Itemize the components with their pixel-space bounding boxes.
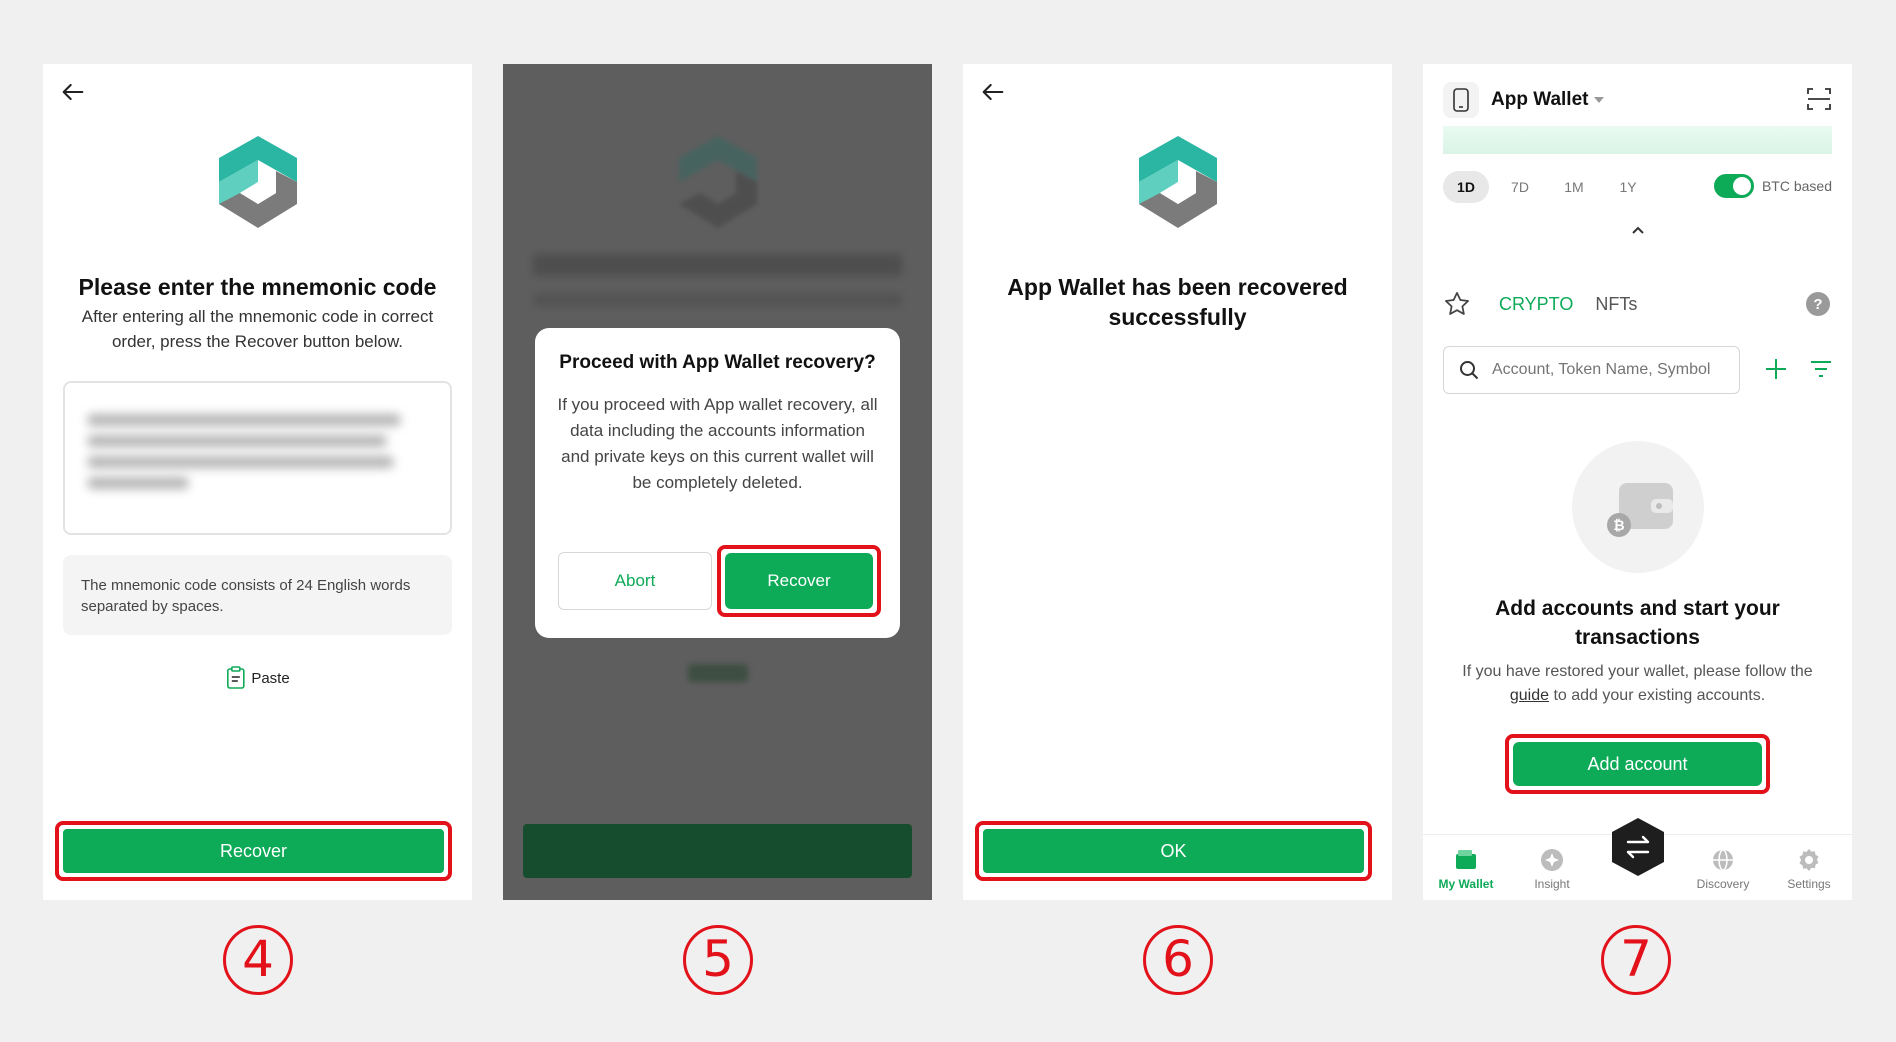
scan-icon[interactable]: [1806, 86, 1832, 112]
highlight-frame: Recover: [717, 545, 881, 617]
dialog-body: If you proceed with App wallet recovery,…: [557, 395, 878, 492]
highlight-frame: OK: [975, 821, 1372, 881]
wallet-header: App Wallet: [1443, 80, 1832, 120]
screen-my-wallet: App Wallet 1D 7D 1M 1Y BTC based CRYPTO …: [1423, 64, 1852, 900]
highlight-frame: Recover: [55, 821, 452, 881]
screen-confirm-recovery: Proceed with App Wallet recovery? If you…: [503, 64, 932, 900]
filter-icon[interactable]: [1809, 358, 1833, 380]
balance-chart: [1443, 126, 1832, 154]
svg-text:₿: ₿: [1613, 518, 1624, 534]
gear-icon: [1799, 849, 1819, 871]
tabbar-discovery[interactable]: Discovery: [1683, 847, 1763, 891]
plus-icon[interactable]: [1763, 356, 1789, 382]
tab-crypto[interactable]: CRYPTO: [1499, 294, 1573, 315]
search-input[interactable]: [1492, 361, 1722, 379]
search-icon: [1460, 361, 1479, 380]
phone-icon[interactable]: [1443, 82, 1479, 118]
tabbar-insight[interactable]: Insight: [1512, 847, 1592, 891]
help-icon[interactable]: ?: [1806, 292, 1830, 316]
period-1d[interactable]: 1D: [1443, 171, 1489, 203]
success-title: App Wallet has been recovered successful…: [1007, 274, 1348, 330]
mnemonic-input[interactable]: [63, 381, 452, 535]
logo-icon: [1138, 136, 1217, 228]
wallet-icon: ₿: [1606, 483, 1673, 537]
ok-button[interactable]: OK: [983, 829, 1364, 873]
swap-icon[interactable]: [1609, 816, 1667, 878]
search-field[interactable]: [1443, 346, 1740, 394]
empty-state-title: Add accounts and start your transactions: [1495, 597, 1780, 649]
back-arrow-icon[interactable]: [59, 78, 87, 106]
tab-nfts[interactable]: NFTs: [1595, 294, 1637, 315]
highlight-frame: Add account: [1505, 734, 1770, 794]
empty-state-description: If you have restored your wallet, please…: [1462, 663, 1813, 704]
empty-state-illustration: ₿: [1571, 441, 1704, 573]
abort-button[interactable]: Abort: [558, 552, 712, 610]
period-1y[interactable]: 1Y: [1605, 171, 1651, 203]
btc-based-label: BTC based: [1761, 178, 1832, 194]
tabbar-settings[interactable]: Settings: [1769, 847, 1849, 891]
wallet-name[interactable]: App Wallet: [1491, 89, 1588, 111]
page-title: Please enter the mnemonic code: [78, 274, 437, 300]
recover-button[interactable]: Recover: [63, 829, 444, 873]
btc-based-toggle[interactable]: [1713, 174, 1754, 198]
btc-based-toggle-row: BTC based: [1713, 174, 1832, 198]
period-7d[interactable]: 7D: [1497, 171, 1543, 203]
asset-tabs: CRYPTO NFTs ?: [1443, 282, 1832, 326]
paste-button[interactable]: Paste: [225, 666, 290, 690]
guide-link[interactable]: guide: [1510, 687, 1549, 704]
chevron-up-icon[interactable]: [1630, 224, 1646, 236]
logo-icon: [218, 136, 297, 228]
step-number-4: 4: [223, 925, 293, 995]
add-account-button[interactable]: Add account: [1513, 742, 1762, 786]
mnemonic-hint: The mnemonic code consists of 24 English…: [63, 555, 452, 635]
step-number-5: 5: [683, 925, 753, 995]
tabbar-my-wallet[interactable]: My Wallet: [1426, 847, 1506, 891]
dialog-title: Proceed with App Wallet recovery?: [559, 352, 876, 373]
dialog-recover-button[interactable]: Recover: [725, 553, 873, 609]
paste-label: Paste: [251, 669, 290, 687]
period-1m[interactable]: 1M: [1551, 171, 1597, 203]
page-subtitle: After entering all the mnemonic code in …: [81, 307, 434, 351]
clipboard-icon: [226, 666, 245, 689]
star-icon[interactable]: [1443, 290, 1471, 318]
insight-icon: [1541, 849, 1563, 871]
step-number-6: 6: [1143, 925, 1213, 995]
globe-icon: [1713, 849, 1733, 871]
screen-recovery-success: App Wallet has been recovered successful…: [963, 64, 1392, 900]
confirm-dialog: Proceed with App Wallet recovery? If you…: [535, 328, 900, 638]
logo-icon: [678, 136, 757, 228]
screen-enter-mnemonic: Please enter the mnemonic code After ent…: [43, 64, 472, 900]
wallet-icon: [1456, 850, 1476, 869]
step-number-7: 7: [1601, 925, 1671, 995]
chevron-down-icon[interactable]: [1594, 97, 1605, 103]
back-arrow-icon[interactable]: [979, 78, 1007, 106]
period-selector: 1D 7D 1M 1Y: [1443, 171, 1651, 203]
